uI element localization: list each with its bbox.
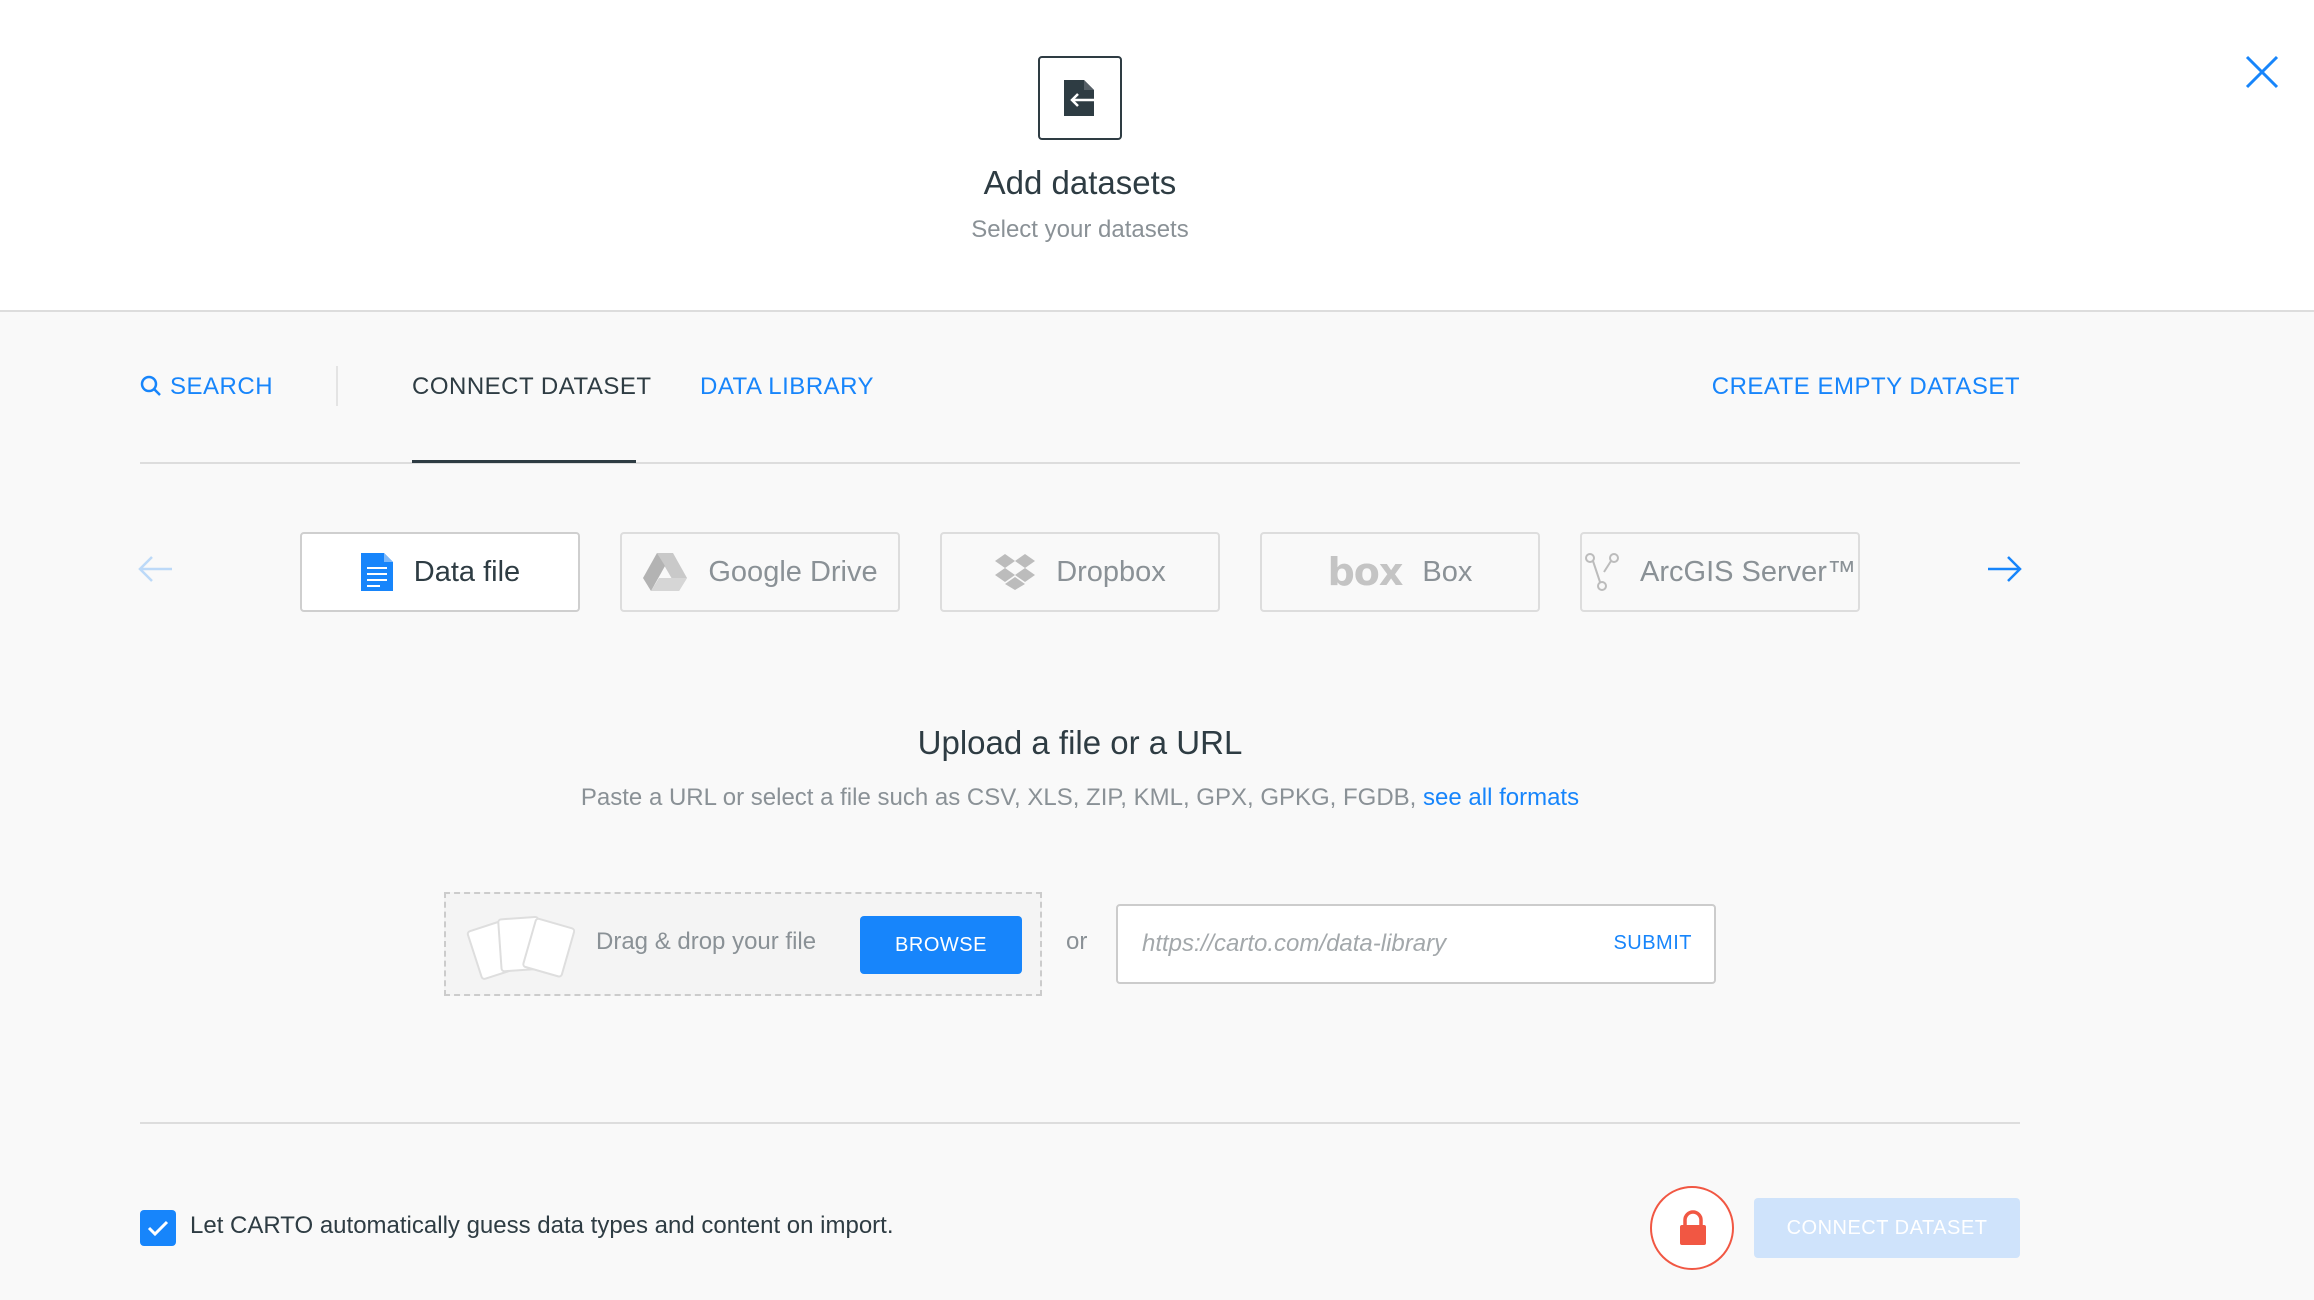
connector-label: Box [1422, 555, 1473, 588]
arrow-right-icon[interactable] [1986, 554, 2022, 589]
create-empty-dataset-link[interactable]: CREATE EMPTY DATASET [1712, 372, 2020, 402]
drop-text: Drag & drop your file [596, 928, 817, 955]
connector-label: Data file [413, 555, 521, 588]
footer-divider [140, 1122, 2020, 1124]
files-icon [466, 910, 578, 987]
connector-data-file[interactable]: Data file [300, 532, 580, 612]
tab-data-library[interactable]: DATA LIBRARY [700, 372, 874, 402]
tab-divider [336, 366, 338, 406]
document-icon [360, 552, 394, 592]
file-dropzone[interactable]: Drag & drop your file BROWSE [444, 892, 1042, 996]
url-field: SUBMIT [1116, 904, 1716, 984]
box-logo-icon: box [1327, 550, 1404, 594]
see-all-formats-link[interactable]: see all formats [1423, 784, 1579, 811]
tab-connect-dataset[interactable]: CONNECT DATASET [412, 372, 652, 402]
connector-arcgis-server[interactable]: ArcGIS Server™ [1580, 532, 1860, 612]
arcgis-icon [1584, 552, 1620, 592]
dropbox-icon [994, 553, 1036, 591]
lock-button[interactable] [1650, 1186, 1734, 1270]
upload-title: Upload a file or a URL [917, 724, 1243, 761]
checkmark-icon [147, 1220, 169, 1237]
connector-dropbox[interactable]: Dropbox [940, 532, 1220, 612]
connect-dataset-button[interactable]: CONNECT DATASET [1754, 1198, 2020, 1258]
import-icon [1038, 56, 1122, 140]
arrow-left-icon[interactable] [138, 554, 174, 589]
search-icon [140, 375, 161, 396]
page-title: Add datasets [983, 164, 1177, 201]
google-drive-icon [642, 552, 688, 592]
upload-description: Paste a URL or select a file such as CSV… [580, 784, 1580, 811]
connector-box[interactable]: box Box [1260, 532, 1540, 612]
or-separator: or [1066, 928, 1088, 955]
submit-button[interactable]: SUBMIT [1613, 932, 1692, 955]
connector-label: ArcGIS Server™ [1640, 555, 1856, 588]
modal-header: Add datasets Select your datasets [0, 0, 2314, 312]
browse-button[interactable]: BROWSE [860, 916, 1022, 974]
connector-label: Dropbox [1056, 555, 1166, 588]
active-tab-indicator [412, 460, 636, 463]
connector-label: Google Drive [708, 555, 878, 588]
close-icon[interactable] [2244, 54, 2280, 90]
tab-search[interactable]: SEARCH [140, 372, 273, 402]
guess-types-checkbox[interactable] [140, 1210, 176, 1246]
url-input[interactable] [1142, 926, 1572, 962]
lock-icon [1680, 1210, 1706, 1245]
guess-types-label: Let CARTO automatically guess data types… [190, 1212, 894, 1239]
connector-google-drive[interactable]: Google Drive [620, 532, 900, 612]
page-subtitle: Select your datasets [971, 216, 1189, 243]
tab-search-label: SEARCH [170, 373, 274, 400]
dataset-tabs: SEARCH CONNECT DATASET DATA LIBRARY CREA… [140, 312, 2020, 464]
